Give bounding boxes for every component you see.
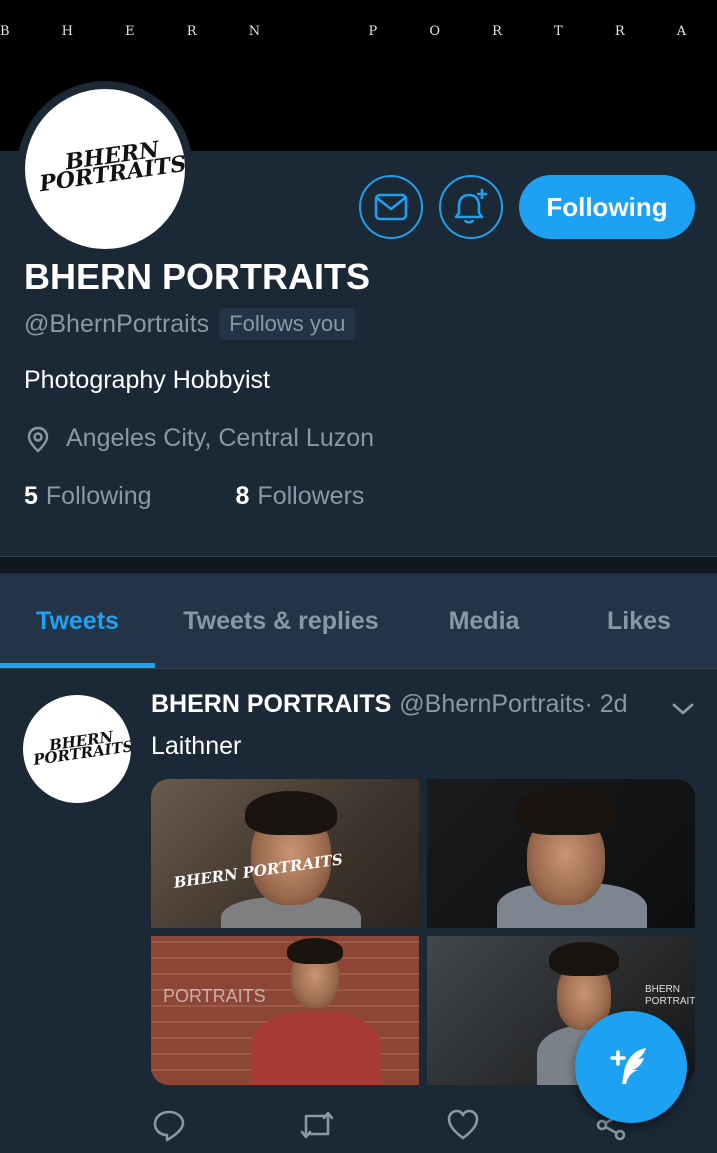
- profile-location: Angeles City, Central Luzon: [66, 424, 375, 452]
- tab-media[interactable]: Media: [407, 574, 561, 668]
- reply-icon[interactable]: [152, 1108, 186, 1142]
- tab-likes[interactable]: Likes: [561, 574, 717, 668]
- followers-count-link[interactable]: 8 Followers: [236, 482, 365, 511]
- envelope-icon: [374, 193, 408, 221]
- tweet-photo-1[interactable]: BHERN PORTRAITS: [151, 779, 419, 928]
- follow-counts: 5 Following 8 Followers: [24, 482, 364, 511]
- compose-tweet-icon: [610, 1048, 646, 1084]
- followers-count: 8: [235, 482, 250, 510]
- tweet-photo-2[interactable]: [427, 779, 695, 928]
- avatar-logo-line2: PORTRAITS: [37, 150, 185, 198]
- tweet-text: Laithner: [151, 732, 242, 760]
- bell-plus-icon: [454, 189, 487, 224]
- location-pin-icon: [27, 426, 49, 453]
- like-icon[interactable]: [446, 1108, 480, 1142]
- following-count-link[interactable]: 5 Following: [24, 482, 152, 511]
- photo-3-watermark: PORTRAITS: [163, 986, 266, 1006]
- notifications-button[interactable]: [439, 175, 503, 239]
- profile-handle: @BhernPortraits: [24, 309, 210, 338]
- following-button[interactable]: Following: [519, 175, 695, 239]
- tweet-photo-3[interactable]: PORTRAITS: [151, 936, 419, 1085]
- followers-label: Followers: [257, 482, 365, 510]
- tweet-author-handle[interactable]: @BhernPortraits: [399, 690, 584, 719]
- tweet-header: BHERN PORTRAITS @BhernPortraits · 2d: [151, 690, 628, 719]
- location-row: Angeles City, Central Luzon: [24, 424, 374, 453]
- chevron-down-icon[interactable]: [670, 700, 696, 718]
- message-button[interactable]: [359, 175, 423, 239]
- tweet-timestamp: · 2d: [584, 690, 628, 718]
- handle-row: @BhernPortraits Follows you: [24, 308, 356, 340]
- profile-page: B H E R N P O R T R A I T S BHERN PORTRA…: [0, 0, 717, 1153]
- tweet-avatar[interactable]: BHERN PORTRAITS: [23, 695, 131, 803]
- tabs-divider: [0, 668, 717, 669]
- following-label: Following: [45, 482, 152, 510]
- tab-tweets[interactable]: Tweets: [0, 574, 155, 668]
- profile-avatar[interactable]: BHERN PORTRAITS: [25, 89, 185, 249]
- profile-bio: Photography Hobbyist: [24, 366, 270, 394]
- profile-name: BHERN PORTRAITS: [24, 256, 371, 297]
- compose-tweet-button[interactable]: [575, 1011, 687, 1123]
- section-gap: [0, 557, 717, 573]
- banner-text: B H E R N P O R T R A I T S: [0, 24, 711, 39]
- follows-you-badge: Follows you: [219, 308, 356, 340]
- following-count: 5: [24, 482, 38, 510]
- retweet-icon[interactable]: [298, 1108, 336, 1142]
- photo-4-watermark: BHERN PORTRAITS: [645, 984, 695, 1007]
- tweet-avatar-logo-line2: PORTRAITS: [32, 737, 131, 769]
- profile-tabs: Tweets Tweets & replies Media Likes: [0, 574, 717, 668]
- tweet-author-name[interactable]: BHERN PORTRAITS: [151, 690, 391, 719]
- tab-tweets-replies[interactable]: Tweets & replies: [155, 574, 407, 668]
